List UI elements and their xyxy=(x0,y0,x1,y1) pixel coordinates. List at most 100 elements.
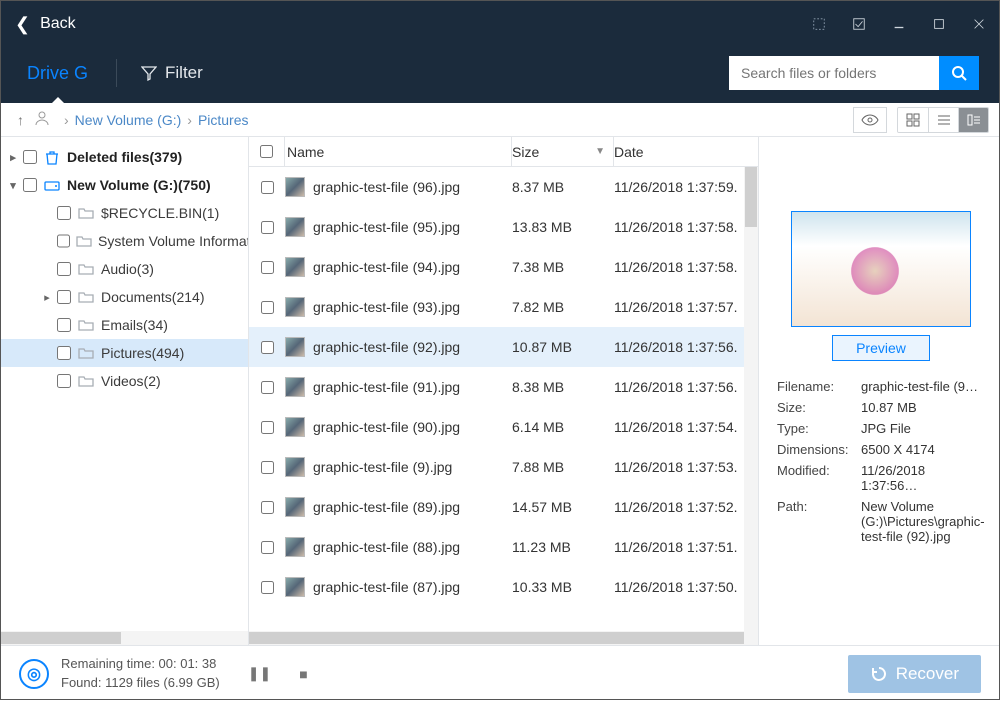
view-list-button[interactable] xyxy=(928,108,958,132)
tree-checkbox[interactable] xyxy=(57,318,71,332)
file-date: 11/26/2018 1:37:56. xyxy=(614,379,758,395)
table-row[interactable]: graphic-test-file (95).jpg13.83 MB11/26/… xyxy=(249,207,758,247)
tree-checkbox[interactable] xyxy=(57,206,71,220)
row-checkbox[interactable] xyxy=(261,181,274,194)
breadcrumb-seg[interactable]: New Volume (G:) xyxy=(75,112,182,128)
breadcrumb-seg[interactable]: Pictures xyxy=(198,112,249,128)
scrollbar-thumb[interactable] xyxy=(249,632,744,644)
file-thumbnail xyxy=(285,577,305,597)
tree-checkbox[interactable] xyxy=(57,262,71,276)
meta-value: New Volume (G:)\Pictures\graphic-test-fi… xyxy=(861,499,985,544)
table-row[interactable]: graphic-test-file (9).jpg7.88 MB11/26/20… xyxy=(249,447,758,487)
tree-item[interactable]: ▸Documents(214) xyxy=(1,283,248,311)
row-checkbox[interactable] xyxy=(261,221,274,234)
column-headers: Name Size▼ Date xyxy=(249,137,758,167)
scrollbar-thumb[interactable] xyxy=(1,632,121,644)
list-vscrollbar[interactable] xyxy=(744,167,758,645)
tree-checkbox[interactable] xyxy=(57,346,71,360)
tree-item[interactable]: Emails(34) xyxy=(1,311,248,339)
table-row[interactable]: graphic-test-file (91).jpg8.38 MB11/26/2… xyxy=(249,367,758,407)
expander-icon[interactable]: ▸ xyxy=(5,151,21,164)
file-thumbnail xyxy=(285,457,305,477)
row-checkbox[interactable] xyxy=(261,421,274,434)
tab-drive[interactable]: Drive G xyxy=(23,57,92,90)
file-name: graphic-test-file (93).jpg xyxy=(313,299,460,315)
tree-item[interactable]: System Volume Information xyxy=(1,227,248,255)
select-all-checkbox[interactable] xyxy=(260,145,273,158)
file-size: 7.88 MB xyxy=(512,459,614,475)
file-name: graphic-test-file (96).jpg xyxy=(313,179,460,195)
checkbox-icon[interactable] xyxy=(839,1,879,47)
view-grid-button[interactable] xyxy=(898,108,928,132)
tree-hscrollbar[interactable] xyxy=(1,631,248,645)
up-button[interactable]: ↑ xyxy=(17,112,24,128)
list-hscrollbar[interactable] xyxy=(249,631,744,645)
pause-button[interactable]: ❚❚ xyxy=(248,665,271,682)
expander-icon[interactable]: ▸ xyxy=(39,291,55,304)
file-date: 11/26/2018 1:37:52. xyxy=(614,499,758,515)
tree-checkbox[interactable] xyxy=(57,374,71,388)
table-row[interactable]: graphic-test-file (93).jpg7.82 MB11/26/2… xyxy=(249,287,758,327)
tree-item[interactable]: Pictures(494) xyxy=(1,339,248,367)
file-size: 8.37 MB xyxy=(512,179,614,195)
file-thumbnail xyxy=(285,177,305,197)
tree-label: System Volume Information xyxy=(98,233,249,249)
recover-button[interactable]: Recover xyxy=(848,655,981,693)
table-row[interactable]: graphic-test-file (92).jpg10.87 MB11/26/… xyxy=(249,327,758,367)
table-row[interactable]: graphic-test-file (87).jpg10.33 MB11/26/… xyxy=(249,567,758,607)
col-size[interactable]: Size▼ xyxy=(512,137,614,166)
close-button[interactable] xyxy=(959,1,999,47)
pin-icon[interactable] xyxy=(799,1,839,47)
grid-icon xyxy=(906,113,920,127)
row-checkbox[interactable] xyxy=(261,501,274,514)
tree-item[interactable]: Audio(3) xyxy=(1,255,248,283)
sort-dropdown-icon[interactable]: ▼ xyxy=(595,146,605,157)
back-button[interactable]: ❮ Back xyxy=(1,1,90,47)
row-checkbox[interactable] xyxy=(261,381,274,394)
filter-button[interactable]: Filter xyxy=(141,63,203,83)
file-date: 11/26/2018 1:37:54. xyxy=(614,419,758,435)
tree-item[interactable]: $RECYCLE.BIN(1) xyxy=(1,199,248,227)
table-row[interactable]: graphic-test-file (89).jpg14.57 MB11/26/… xyxy=(249,487,758,527)
row-checkbox[interactable] xyxy=(261,341,274,354)
tree-label: New Volume (G:)(750) xyxy=(67,177,211,193)
expander-icon[interactable]: ▾ xyxy=(5,179,21,192)
view-detail-button[interactable] xyxy=(958,108,988,132)
tree-volume[interactable]: ▾ New Volume (G:)(750) xyxy=(1,171,248,199)
stop-button[interactable]: ■ xyxy=(299,666,307,682)
meta-value: 6500 X 4174 xyxy=(861,442,985,457)
row-checkbox[interactable] xyxy=(261,541,274,554)
table-row[interactable]: graphic-test-file (94).jpg7.38 MB11/26/2… xyxy=(249,247,758,287)
table-row[interactable]: graphic-test-file (90).jpg6.14 MB11/26/2… xyxy=(249,407,758,447)
file-rows: graphic-test-file (96).jpg 8.37 MB 11/26/2… xyxy=(249,167,758,607)
tree-checkbox[interactable] xyxy=(23,178,37,192)
row-checkbox[interactable] xyxy=(261,301,274,314)
table-row[interactable]: graphic-test-file (88).jpg11.23 MB11/26/… xyxy=(249,527,758,567)
tree-deleted-files[interactable]: ▸ Deleted files(379) xyxy=(1,143,248,171)
row-checkbox[interactable] xyxy=(261,581,274,594)
tree-checkbox[interactable] xyxy=(57,234,70,248)
maximize-button[interactable] xyxy=(919,1,959,47)
tree-checkbox[interactable] xyxy=(57,290,71,304)
preview-toggle[interactable] xyxy=(853,107,887,133)
preview-panel: Preview Filename:graphic-test-file (9… S… xyxy=(759,137,999,645)
col-name[interactable]: Name xyxy=(285,137,512,166)
file-name: graphic-test-file (92).jpg xyxy=(313,339,460,355)
meta-value: 10.87 MB xyxy=(861,400,985,415)
search-button[interactable] xyxy=(939,56,979,90)
tree-checkbox[interactable] xyxy=(23,150,37,164)
file-metadata: Filename:graphic-test-file (9… Size:10.8… xyxy=(777,379,985,544)
preview-button[interactable]: Preview xyxy=(832,335,930,361)
file-name: graphic-test-file (91).jpg xyxy=(313,379,460,395)
preview-image xyxy=(791,211,971,327)
search-input[interactable] xyxy=(729,56,939,90)
scrollbar-thumb[interactable] xyxy=(745,167,757,227)
file-date: 11/26/2018 1:37:57. xyxy=(614,299,758,315)
row-checkbox[interactable] xyxy=(261,261,274,274)
row-checkbox[interactable] xyxy=(261,461,274,474)
minimize-button[interactable] xyxy=(879,1,919,47)
table-row[interactable]: graphic-test-file (96).jpg8.37 MB11/26/2… xyxy=(249,167,758,207)
col-date[interactable]: Date xyxy=(614,137,758,166)
folder-icon xyxy=(77,288,95,306)
tree-item[interactable]: Videos(2) xyxy=(1,367,248,395)
